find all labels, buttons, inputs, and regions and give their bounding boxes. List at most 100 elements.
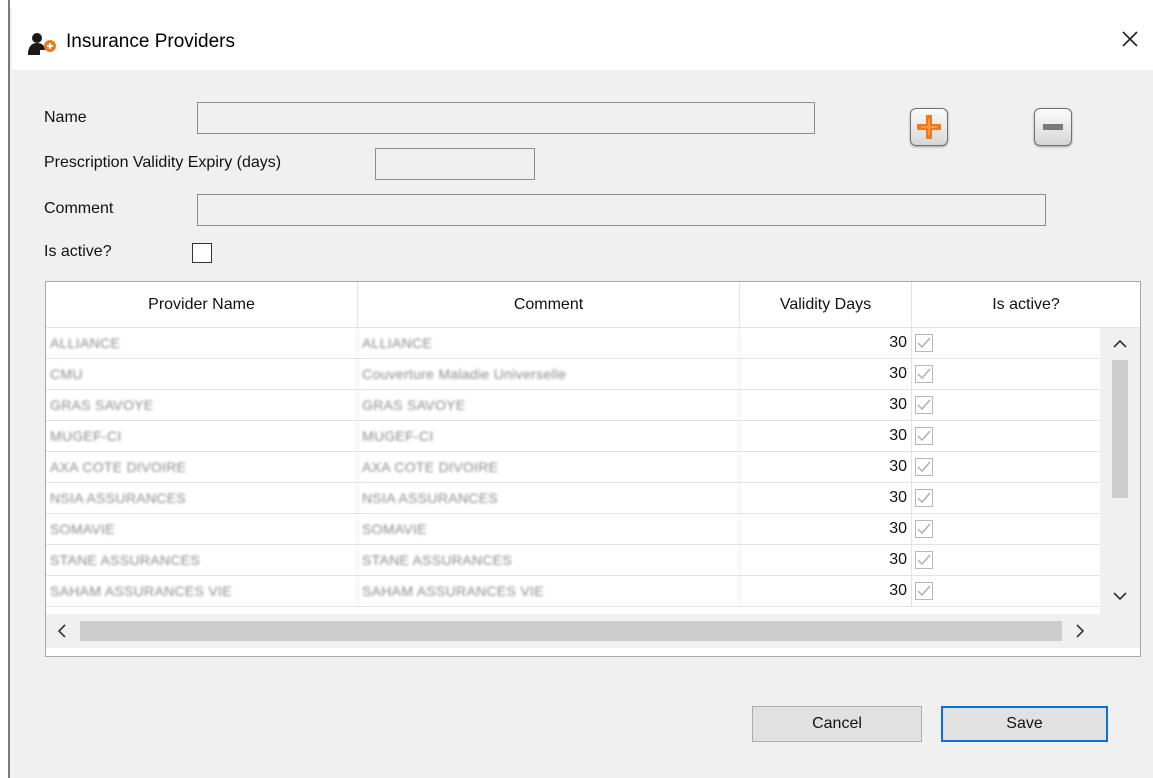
comment-label: Comment [44,200,114,217]
check-icon [917,430,931,442]
table-row[interactable]: ALLIANCE ALLIANCE 30 [46,328,1100,359]
comment-cell[interactable]: Couverture Maladie Universelle [358,359,740,389]
table-body: ALLIANCE ALLIANCE 30 CMU Couverture Maladie … [46,328,1100,614]
horizontal-scroll-thumb[interactable] [80,621,1062,641]
table-row[interactable]: AXA COTE DIVOIRE AXA COTE DIVOIRE 30 [46,452,1100,483]
provider-name-cell[interactable]: NSIA ASSURANCES [46,483,358,513]
is-active-cell [912,421,1100,451]
remove-provider-button[interactable] [1034,108,1072,146]
column-header-provider-name[interactable]: Provider Name [46,282,358,328]
vertical-scroll-thumb[interactable] [1112,360,1128,498]
scroll-up-button[interactable] [1108,332,1132,356]
is-active-checkbox[interactable] [192,243,212,263]
horizontal-scrollbar[interactable] [46,614,1140,648]
cancel-button[interactable]: Cancel [752,706,922,742]
column-header-validity-days[interactable]: Validity Days [740,282,912,328]
is-active-cell [912,514,1100,544]
scroll-down-button[interactable] [1108,584,1132,608]
comment-cell[interactable]: ALLIANCE [358,328,740,358]
table-row[interactable]: SAHAM ASSURANCES VIE SAHAM ASSURANCES VIE… [46,576,1100,607]
table-row[interactable]: STANE ASSURANCES STANE ASSURANCES 30 [46,545,1100,576]
table-row[interactable]: MUGEF-CI MUGEF-CI 30 [46,421,1100,452]
title-bar: Insurance Providers [12,8,1153,70]
check-icon [917,399,931,411]
provider-name-cell[interactable]: MUGEF-CI [46,421,358,451]
validity-days-input[interactable] [375,148,535,180]
row-active-checkbox[interactable] [915,334,933,352]
provider-name-cell[interactable]: GRAS SAVOYE [46,390,358,420]
comment-cell[interactable]: AXA COTE DIVOIRE [358,452,740,482]
provider-name-cell[interactable]: ALLIANCE [46,328,358,358]
chevron-right-icon [1076,624,1085,638]
is-active-cell [912,483,1100,513]
is-active-cell [912,576,1100,606]
provider-name-cell[interactable]: AXA COTE DIVOIRE [46,452,358,482]
validity-days-cell[interactable]: 30 [740,452,912,482]
check-icon [917,368,931,380]
app-logo-icon [28,33,56,55]
comment-cell[interactable]: SAHAM ASSURANCES VIE [358,576,740,606]
validity-days-cell[interactable]: 30 [740,483,912,513]
save-button[interactable]: Save [941,706,1108,742]
check-icon [917,554,931,566]
comment-input[interactable] [197,194,1046,226]
chevron-left-icon [57,624,66,638]
validity-days-cell[interactable]: 30 [740,514,912,544]
name-input[interactable] [197,102,815,134]
background-window-edge [0,0,10,778]
row-active-checkbox[interactable] [915,520,933,538]
comment-cell[interactable]: STANE ASSURANCES [358,545,740,575]
name-label: Name [44,109,87,126]
validity-label: Prescription Validity Expiry (days) [44,154,282,171]
check-icon [917,492,931,504]
table-row[interactable]: NSIA ASSURANCES NSIA ASSURANCES 30 [46,483,1100,514]
provider-name-cell[interactable]: SOMAVIE [46,514,358,544]
validity-days-cell[interactable]: 30 [740,545,912,575]
validity-days-cell[interactable]: 30 [740,328,912,358]
row-active-checkbox[interactable] [915,551,933,569]
chevron-down-icon [1113,592,1127,601]
validity-days-cell[interactable]: 30 [740,390,912,420]
window-title: Insurance Providers [66,31,235,52]
table-row[interactable]: CMU Couverture Maladie Universelle 30 [46,359,1100,390]
row-active-checkbox[interactable] [915,427,933,445]
table-row[interactable]: GRAS SAVOYE GRAS SAVOYE 30 [46,390,1100,421]
minus-icon [1043,124,1063,130]
check-icon [917,585,931,597]
insurance-providers-dialog: Insurance Providers Name Prescription Va… [12,8,1153,778]
scroll-left-button[interactable] [50,619,74,643]
comment-cell[interactable]: MUGEF-CI [358,421,740,451]
is-active-label: Is active? [44,243,112,260]
row-active-checkbox[interactable] [915,489,933,507]
close-button[interactable] [1107,20,1153,58]
comment-cell[interactable]: GRAS SAVOYE [358,390,740,420]
is-active-cell [912,545,1100,575]
comment-cell[interactable]: NSIA ASSURANCES [358,483,740,513]
row-active-checkbox[interactable] [915,396,933,414]
row-active-checkbox[interactable] [915,365,933,383]
provider-name-cell[interactable]: CMU [46,359,358,389]
table-row[interactable]: SOMAVIE SOMAVIE 30 [46,514,1100,545]
check-icon [917,337,931,349]
is-active-cell [912,390,1100,420]
check-icon [917,461,931,473]
row-active-checkbox[interactable] [915,458,933,476]
column-header-comment[interactable]: Comment [358,282,740,328]
vertical-scrollbar[interactable] [1100,328,1140,614]
column-header-is-active[interactable]: Is active? [912,282,1140,328]
scroll-right-button[interactable] [1068,619,1092,643]
row-active-checkbox[interactable] [915,582,933,600]
validity-days-cell[interactable]: 30 [740,359,912,389]
is-active-cell [912,452,1100,482]
is-active-cell [912,359,1100,389]
provider-name-cell[interactable]: SAHAM ASSURANCES VIE [46,576,358,606]
close-icon [1122,31,1138,47]
plus-icon [917,115,941,139]
validity-days-cell[interactable]: 30 [740,421,912,451]
provider-name-cell[interactable]: STANE ASSURANCES [46,545,358,575]
chevron-up-icon [1113,339,1127,348]
validity-days-cell[interactable]: 30 [740,576,912,606]
comment-cell[interactable]: SOMAVIE [358,514,740,544]
providers-table: Provider Name Comment Validity Days Is a… [45,281,1141,657]
add-provider-button[interactable] [910,108,948,146]
